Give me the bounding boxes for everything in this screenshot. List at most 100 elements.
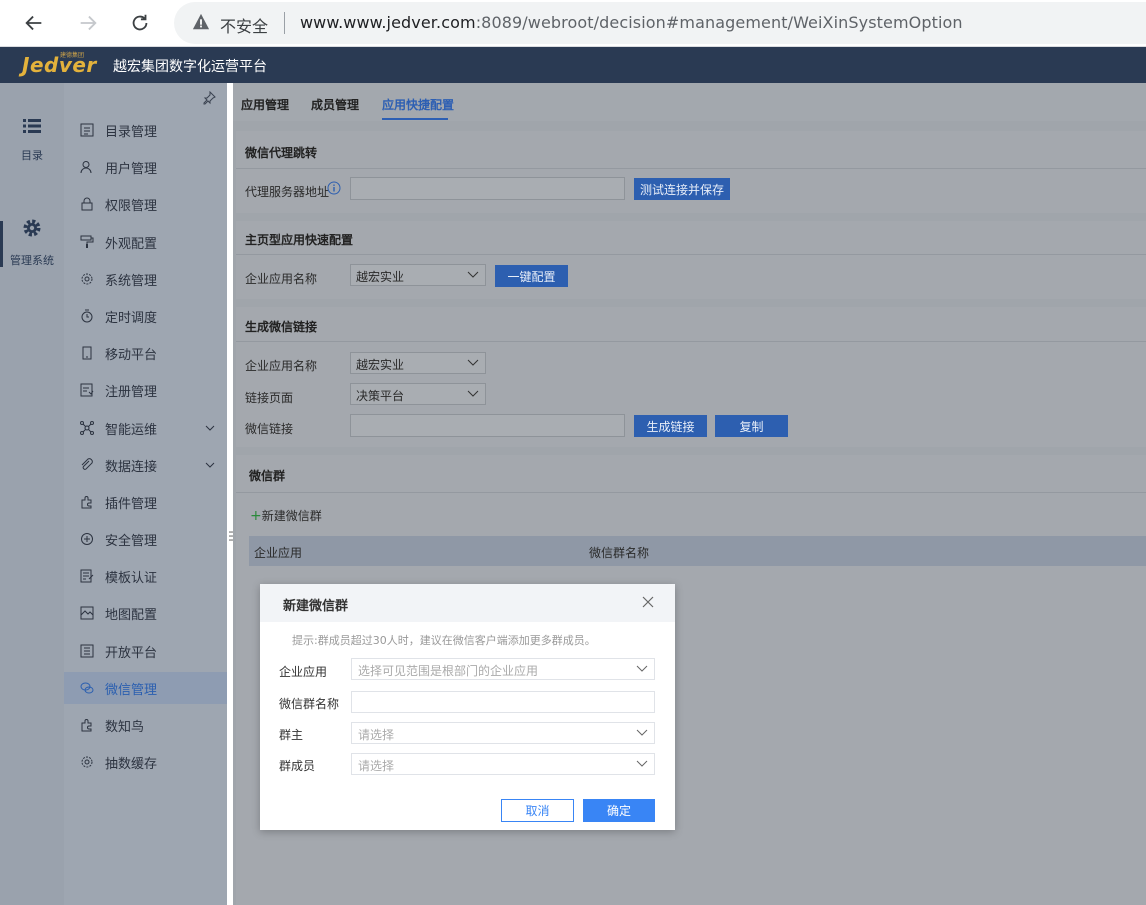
info-icon[interactable] [327,181,341,195]
menu-label: 系统管理 [105,273,158,289]
chevron-down-icon [205,425,215,431]
back-button[interactable] [18,8,50,38]
menu-item-security[interactable]: 安全管理 [64,523,227,555]
link-app-select[interactable]: 越宏实业 [350,352,486,374]
menu-item-map[interactable]: 地图配置 [64,597,227,629]
members-select[interactable]: 请选择 [351,753,655,775]
template-icon [80,569,94,583]
group-name-input[interactable] [351,691,655,713]
menu-item-ops[interactable]: 智能运维 [64,412,227,444]
wechat-link-panel: 生成微信链接 企业应用名称 越宏实业 链接页面 决策平台 微信链接 生成链接 复… [236,307,1146,447]
menu-item-wechat[interactable]: 微信管理 [64,672,227,704]
warning-icon [192,13,210,30]
arrow-right-icon [80,15,97,31]
open-platform-icon [80,644,94,658]
menu-label: 移动平台 [105,347,158,363]
insecure-label: 不安全 [220,17,269,36]
menu-item-template-auth[interactable]: 模板认证 [64,560,227,592]
menu-label: 安全管理 [105,533,158,549]
owner-select[interactable]: 请选择 [351,722,655,744]
list-icon [23,119,41,133]
register-icon [80,383,94,397]
sidebar-menu: 目录管理 用户管理 权限管理 外观配置 系统管理 定时调度 移动平台 注册管理 … [64,83,227,905]
reload-button[interactable] [124,8,156,38]
menu-label: 注册管理 [105,384,158,400]
tab-active-underline [382,118,448,120]
wechat-link-input[interactable] [350,414,625,437]
dialog-hint: 提示:群成员超过30人时，建议在微信客户端添加更多群成员。 [292,634,596,647]
menu-item-appearance[interactable]: 外观配置 [64,226,227,258]
menu-item-plugins[interactable]: 插件管理 [64,486,227,518]
app-header: Jedver 建德集团 越宏集团数字化运营平台 [0,47,1146,83]
select-value: 决策平台 [356,389,405,403]
reload-icon [132,14,148,31]
menu-item-schedule[interactable]: 定时调度 [64,300,227,332]
homepage-config-panel: 主页型应用快速配置 企业应用名称 越宏实业 一键配置 [236,221,1146,299]
tab-member-management[interactable]: 成员管理 [311,96,359,113]
menu-label: 抽数缓存 [105,756,158,772]
test-and-save-button[interactable]: 测试连接并保存 [634,178,730,200]
wechat-icon [80,682,94,694]
rail-item-management[interactable]: 管理系统 [0,218,64,268]
menu-label: 数据连接 [105,459,158,475]
link-page-select[interactable]: 决策平台 [350,383,486,405]
group-name-label: 微信群名称 [279,697,340,711]
menu-item-catalog[interactable]: 目录管理 [64,114,227,146]
menu-item-permissions[interactable]: 权限管理 [64,188,227,220]
icon-rail: 目录 管理系统 [0,83,64,905]
menu-label: 定时调度 [105,310,158,326]
group-table-header: 企业应用 微信群名称 [249,536,1146,566]
menu-label: 开放平台 [105,645,158,661]
rail-item-catalog[interactable]: 目录 [0,119,64,163]
shield-icon [81,533,93,545]
copy-button[interactable]: 复制 [715,415,788,437]
address-bar[interactable]: 不安全 www.www.jedver.com:8089/webroot/deci… [174,2,1146,44]
menu-item-users[interactable]: 用户管理 [64,151,227,183]
menu-label: 模板认证 [105,570,158,586]
proxy-label: 代理服务器地址 [245,185,330,199]
tab-app-management[interactable]: 应用管理 [241,96,289,113]
homepage-app-select[interactable]: 越宏实业 [350,264,486,286]
proxy-address-input[interactable] [350,177,625,200]
members-label: 群成员 [279,759,316,773]
menu-item-cache[interactable]: 抽数缓存 [64,746,227,778]
generate-link-button[interactable]: 生成链接 [634,415,707,437]
chevron-down-icon [636,729,648,736]
menu-item-mobile[interactable]: 移动平台 [64,337,227,369]
pin-icon[interactable] [202,91,216,105]
chevron-down-icon [205,462,215,468]
menu-item-open-platform[interactable]: 开放平台 [64,635,227,667]
cache-icon [81,756,93,768]
menu-item-shuzhiniao[interactable]: 数知鸟 [64,709,227,741]
confirm-button[interactable]: 确定 [583,799,655,822]
tab-app-quick-config[interactable]: 应用快捷配置 [382,96,454,113]
app-title: 越宏集团数字化运营平台 [113,59,267,75]
chevron-down-icon [636,665,648,672]
app-label: 企业应用 [279,665,328,679]
rail-label-management: 管理系统 [10,254,54,267]
select-value: 越宏实业 [356,270,405,284]
group-title: 微信群 [249,469,286,483]
column-header: 企业应用 [254,546,303,560]
app-select[interactable]: 选择可见范围是根部门的企业应用 [351,658,655,680]
menu-label: 权限管理 [105,198,158,214]
dialog-header: 新建微信群 [260,584,675,622]
browser-toolbar: 不安全 www.www.jedver.com:8089/webroot/deci… [0,0,1146,47]
one-click-config-button[interactable]: 一键配置 [495,265,568,287]
network-icon [80,421,94,435]
chevron-down-icon [467,271,479,278]
add-group-button[interactable]: +新建微信群 [250,507,322,524]
forward-button[interactable] [72,8,104,38]
menu-label: 数知鸟 [105,719,145,735]
column-header: 微信群名称 [589,546,650,560]
homepage-title: 主页型应用快速配置 [245,233,354,247]
menu-item-system[interactable]: 系统管理 [64,263,227,295]
close-icon[interactable] [642,596,654,608]
proxy-title: 微信代理跳转 [245,146,318,160]
menu-item-register[interactable]: 注册管理 [64,374,227,406]
menu-item-data-connection[interactable]: 数据连接 [64,449,227,481]
lock-icon [81,197,93,211]
cancel-button[interactable]: 取消 [501,799,574,822]
app-placeholder: 选择可见范围是根部门的企业应用 [358,664,539,678]
url-text: www.www.jedver.com:8089/webroot/decision… [300,13,963,32]
